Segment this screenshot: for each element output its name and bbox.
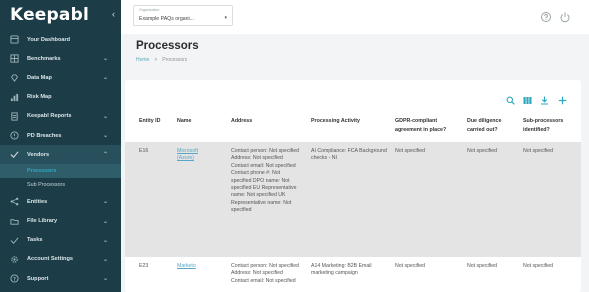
breadcrumb-current: Processors (162, 57, 188, 63)
sidebar-item-label: Support (27, 275, 49, 282)
svg-text:?: ? (13, 276, 16, 282)
alert-icon (9, 131, 19, 141)
cell-gdpr-agreement: Not specified (395, 148, 425, 154)
cell-name-link[interactable]: Marketo (177, 263, 215, 270)
help-icon[interactable] (540, 10, 552, 22)
column-header-processing-activity[interactable]: Processing Activity (311, 117, 391, 126)
dashboard-icon (9, 35, 19, 45)
organisation-select[interactable]: Organisation Example PAQs organi... ▾ (133, 5, 233, 26)
table-row[interactable]: E16 Microsoft (Azure) Contact person: No… (125, 142, 581, 257)
gear-icon (9, 254, 19, 264)
sidebar-item-account-settings[interactable]: Account Settings ⌄ (0, 250, 121, 269)
chevron-down-icon: ⌄ (102, 218, 108, 225)
cell-sub-processors: Not specified (523, 263, 553, 269)
sidebar-item-pd-breaches[interactable]: PD Breaches ⌄ (0, 126, 121, 145)
sidebar-item-vendors[interactable]: Vendors ⌃ (0, 145, 121, 165)
column-header-address[interactable]: Address (231, 117, 291, 126)
check-icon (9, 150, 19, 160)
sidebar-item-data-map[interactable]: Data Map ⌄ (0, 68, 121, 87)
grid-icon (9, 54, 19, 64)
sidebar-item-label: Vendors (27, 151, 50, 158)
bar-chart-icon (9, 92, 19, 102)
logo-row: Keepabl ‹ (0, 0, 121, 30)
chevron-down-icon: ⌄ (102, 132, 108, 139)
sidebar: Keepabl ‹ Your Dashboard Benchmarks ⌄ Da… (0, 0, 121, 292)
sidebar-item-label: Keepabl Reports (27, 113, 72, 120)
cell-due-diligence: Not specified (467, 263, 497, 269)
chevron-down-icon: ⌄ (102, 237, 108, 244)
sidebar-subitem-label: Processors (27, 168, 57, 175)
task-icon (9, 235, 19, 245)
chevron-down-icon: ⌄ (102, 276, 108, 283)
sidebar-item-file-library[interactable]: File Library ⌄ (0, 212, 121, 231)
cell-due-diligence: Not specified (467, 148, 497, 154)
cell-sub-processors: Not specified (523, 148, 553, 154)
map-pin-icon (9, 73, 19, 83)
sidebar-item-label: Tasks (27, 237, 43, 244)
chevron-down-icon: ⌄ (102, 113, 108, 120)
chevron-down-icon: ⌄ (102, 256, 108, 263)
search-icon[interactable] (506, 92, 516, 105)
cell-name-link[interactable]: Microsoft (Azure) (177, 148, 215, 163)
chevron-left-icon[interactable]: ‹ (112, 9, 115, 19)
sidebar-subitem-label: Sub Processors (27, 182, 66, 189)
folder-icon (9, 216, 19, 226)
organisation-label: Organisation (139, 8, 160, 12)
chevron-down-icon: ⌄ (102, 56, 108, 63)
help-icon: ? (9, 274, 19, 284)
organisation-value: Example PAQs organi... (139, 16, 194, 22)
share-icon (9, 197, 19, 207)
sidebar-item-label: Your Dashboard (27, 36, 71, 43)
chevron-up-icon: ⌃ (102, 152, 108, 159)
power-icon[interactable] (559, 10, 571, 23)
column-header-due-diligence[interactable]: Due diligence carried out? (467, 117, 513, 134)
chevron-down-icon: ⌄ (102, 75, 108, 82)
breadcrumb-separator: > (154, 57, 158, 63)
column-header-entity-id[interactable]: Entity ID (139, 117, 163, 126)
add-icon[interactable] (558, 92, 568, 105)
columns-icon[interactable] (523, 92, 533, 104)
sidebar-item-label: Account Settings (27, 256, 73, 263)
sidebar-item-label: Benchmarks (27, 55, 61, 62)
sidebar-subitem-sub-processors[interactable]: Sub Processors (0, 178, 121, 192)
sidebar-subitem-processors[interactable]: Processors (0, 164, 121, 179)
column-header-gdpr-agreement[interactable]: GDPR-compliant agreement in place? (395, 117, 461, 134)
sidebar-item-keepabl-reports[interactable]: Keepabl Reports ⌄ (0, 107, 121, 126)
processors-table-card: Entity ID Name Address Processing Activi… (125, 80, 581, 292)
sidebar-item-tasks[interactable]: Tasks ⌄ (0, 231, 121, 250)
sidebar-item-label: Entities (27, 198, 48, 205)
column-header-sub-processors[interactable]: Sub-processors identified? (523, 117, 577, 134)
download-icon[interactable] (540, 92, 550, 105)
table-header: Entity ID Name Address Processing Activi… (125, 113, 581, 141)
sidebar-item-dashboard[interactable]: Your Dashboard (0, 30, 121, 49)
sidebar-item-label: File Library (27, 218, 58, 225)
breadcrumb-home[interactable]: Home (136, 57, 149, 63)
caret-down-icon: ▾ (224, 15, 227, 21)
chevron-down-icon: ⌄ (102, 199, 108, 206)
sidebar-item-support[interactable]: ? Support ⌄ (0, 269, 121, 288)
sidebar-item-label: PD Breaches (27, 132, 62, 139)
sidebar-item-label: Risk Map (27, 94, 52, 101)
breadcrumb: Home > Processors (136, 57, 187, 63)
cell-address: Contact person: Not specified Address: N… (231, 263, 300, 284)
sidebar-item-entities[interactable]: Entities ⌄ (0, 192, 121, 211)
cell-entity-id: E23 (139, 263, 149, 269)
table-row[interactable]: E23 Marketo Contact person: Not specifie… (125, 257, 581, 292)
page-title: Processors (136, 40, 199, 52)
cell-processing-activity: A14 Marketing: B2B Email marketing campa… (311, 263, 372, 277)
sidebar-item-label: Data Map (27, 74, 52, 81)
cell-gdpr-agreement: Not specified (395, 263, 425, 269)
cell-address: Contact person: Not specified Address: N… (231, 148, 300, 214)
top-bar: Organisation Example PAQs organi... ▾ (121, 0, 589, 34)
sidebar-item-benchmarks[interactable]: Benchmarks ⌄ (0, 49, 121, 68)
column-header-name[interactable]: Name (177, 117, 217, 126)
cell-processing-activity: AI Compliance: FCA Background checks - N… (311, 148, 387, 162)
report-icon (9, 111, 19, 121)
sidebar-item-risk-map[interactable]: Risk Map (0, 88, 121, 107)
keepabl-logo[interactable]: Keepabl (10, 5, 89, 25)
cell-entity-id: E16 (139, 148, 149, 154)
